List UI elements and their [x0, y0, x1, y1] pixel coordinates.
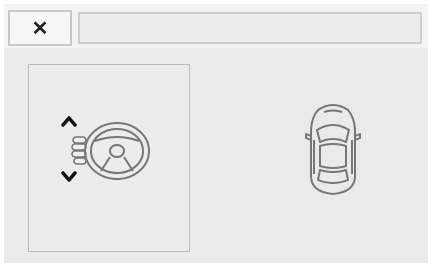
hand-icon	[71, 136, 87, 165]
close-icon: ✕	[31, 17, 49, 40]
steering-wheel-adjust-icon	[61, 116, 150, 182]
vehicle-settings-screen: ✕	[4, 4, 428, 263]
car-top-view-icon	[305, 104, 361, 195]
vehicle-top-view	[304, 100, 362, 203]
steering-wheel-icon	[84, 122, 150, 180]
close-button[interactable]: ✕	[8, 10, 72, 46]
steering-adjust-button[interactable]	[28, 64, 190, 252]
chevron-up-icon	[61, 116, 77, 127]
top-bar: ✕	[4, 4, 428, 48]
message-field	[78, 12, 422, 44]
chevron-down-icon	[61, 171, 77, 182]
